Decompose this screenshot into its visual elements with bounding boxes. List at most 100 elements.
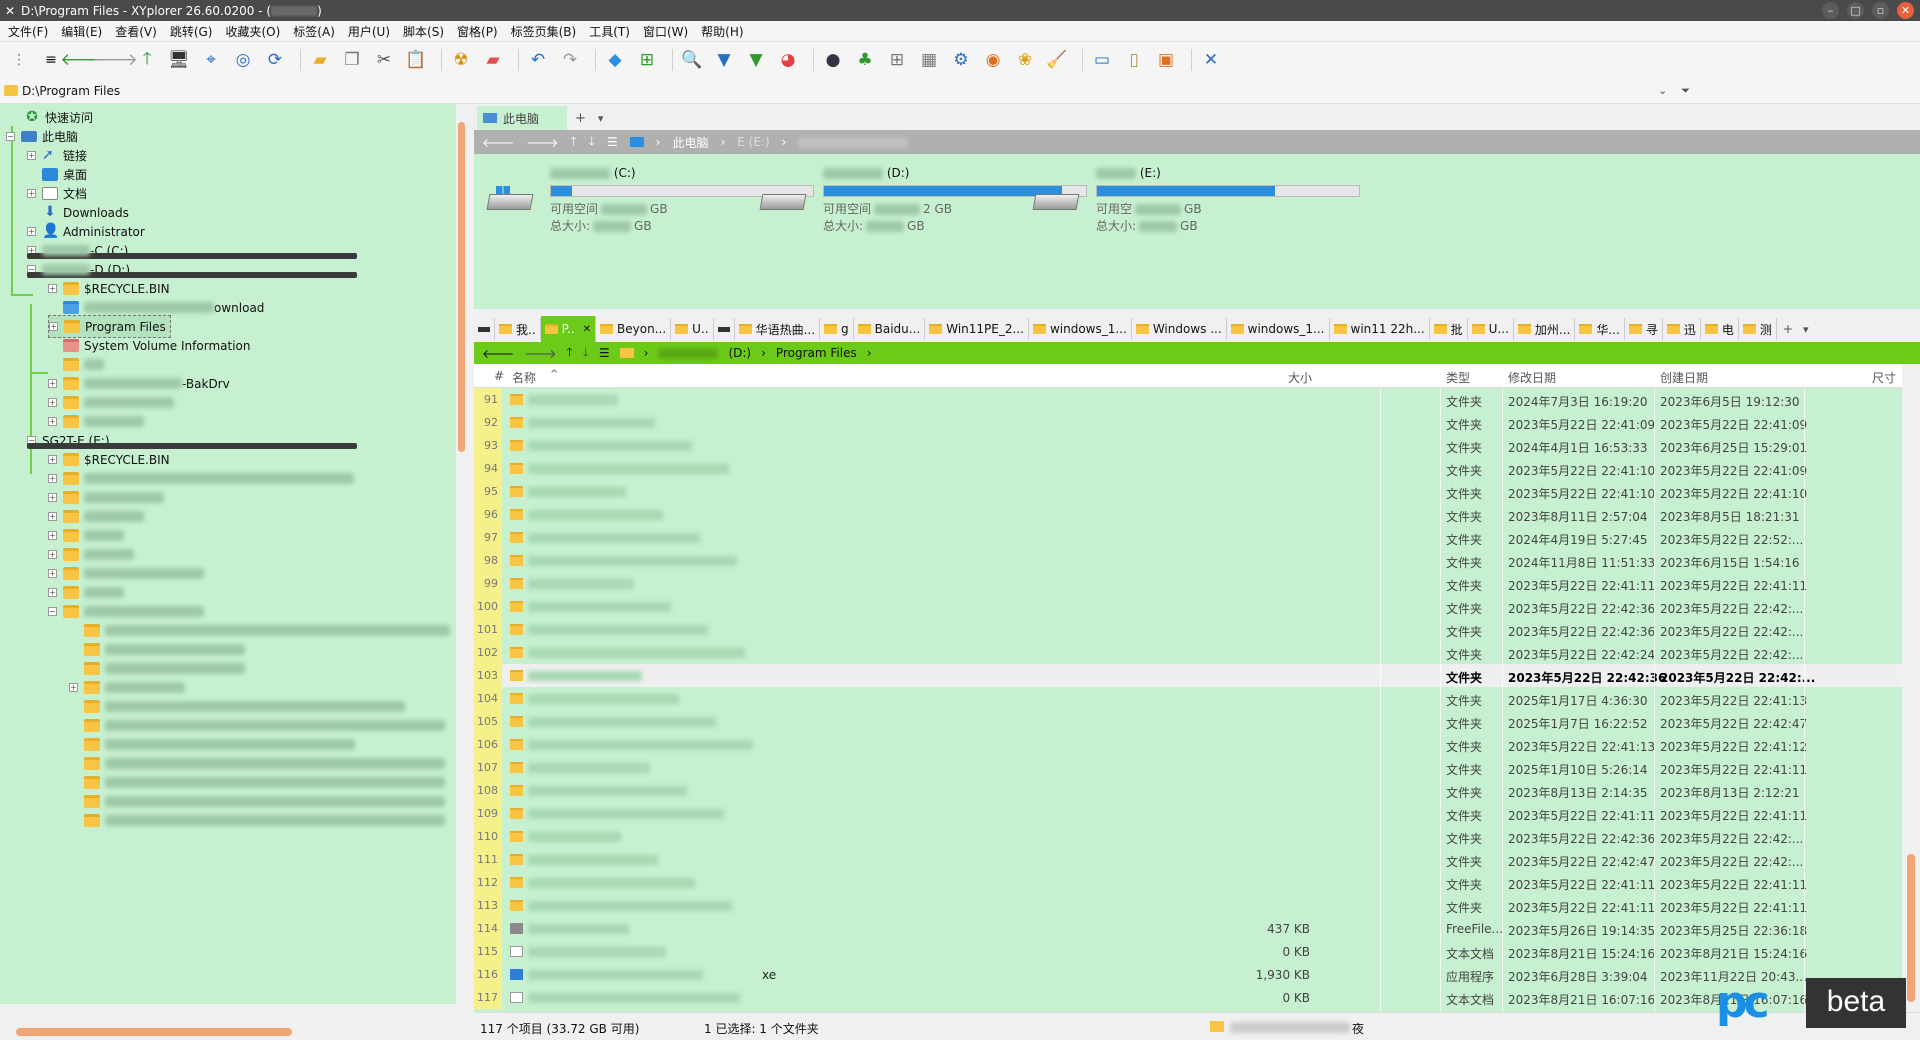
table-row[interactable]: 117 0 KB 文本文档 2023年8月21日 16:07:16 2023年8月21日… — [474, 986, 1902, 1009]
menu-file[interactable]: 文件(F) — [8, 23, 48, 40]
tab[interactable]: 电 — [1701, 318, 1739, 340]
tree-horizontal-scrollbar[interactable] — [0, 1024, 457, 1040]
column-header-type[interactable]: 类型 — [1446, 369, 1470, 386]
address-dropdown-icon[interactable]: ⌄ — [1658, 84, 1667, 98]
table-row[interactable]: 109 文件夹 2023年5月22日 22:41:11 2023年5月22日 22:4… — [474, 802, 1902, 825]
search-icon[interactable]: 🔍 — [679, 47, 705, 73]
breadcrumb-program-files[interactable]: Program Files — [776, 346, 857, 360]
dual-pane-icon[interactable]: ▭ — [1089, 47, 1115, 73]
computer-icon[interactable]: 🖥 — [166, 47, 192, 73]
forward-icon[interactable]: 🡒 — [524, 346, 556, 361]
color-circles-icon[interactable]: ❀ — [1012, 47, 1038, 73]
table-row[interactable]: 103 文件夹 2023年5月22日 22:42:36 2023年5月22日 22:4… — [474, 664, 1902, 687]
column-header-number[interactable]: # — [494, 369, 504, 383]
expand-icon[interactable]: + — [69, 683, 78, 692]
menu-edit[interactable]: 编辑(E) — [61, 23, 102, 40]
table-row[interactable]: 93 文件夹 2024年4月1日 16:53:33 2023年6月25日 15:29:… — [474, 434, 1902, 457]
tree-icon[interactable]: ♣ — [852, 47, 878, 73]
table-row[interactable]: 106 文件夹 2023年5月22日 22:41:13 2023年5月22日 22:4… — [474, 733, 1902, 756]
menu-go[interactable]: 跳转(G) — [170, 23, 213, 40]
details-view-icon[interactable]: ▦ — [916, 47, 942, 73]
menu-view[interactable]: 查看(V) — [115, 23, 157, 40]
tab[interactable]: 我.. — [495, 318, 541, 340]
nuke-icon[interactable]: ☢ — [448, 47, 474, 73]
tab[interactable]: 迅 — [1663, 318, 1701, 340]
gear-icon[interactable]: ⚙ — [948, 47, 974, 73]
tree-view-icon[interactable]: ⊞ — [634, 47, 660, 73]
menu-favorites[interactable]: 收藏夹(O) — [225, 23, 280, 40]
paste-icon[interactable]: 📋 — [403, 47, 429, 73]
menu-scripting[interactable]: 脚本(S) — [403, 23, 444, 40]
list-menu-icon[interactable]: ☰ — [607, 135, 618, 149]
maximize-button[interactable]: □ — [1847, 2, 1864, 19]
breadcrumb-this-pc[interactable]: 此电脑 — [672, 134, 708, 151]
green-filter-icon[interactable]: ▼ — [743, 47, 769, 73]
collapse-icon[interactable]: − — [6, 132, 15, 141]
table-row[interactable]: 100 文件夹 2023年5月22日 22:42:36 2023年5月22日 22:4… — [474, 595, 1902, 618]
down-icon[interactable]: 🡓 — [583, 343, 589, 364]
down-icon[interactable]: 🡓 — [589, 132, 595, 153]
broom-icon[interactable]: 🧹 — [1044, 47, 1070, 73]
diamond-icon[interactable]: ◆ — [602, 47, 628, 73]
menu-tags[interactable]: 标签(A) — [293, 23, 335, 40]
table-row[interactable]: 113 文件夹 2023年5月22日 22:41:11 2023年5月22日 22:4… — [474, 894, 1902, 917]
tab-list-button[interactable]: ▾ — [1803, 323, 1809, 336]
table-row[interactable]: 108 文件夹 2023年8月13日 2:14:35 2023年8月13日 2:12:… — [474, 779, 1902, 802]
up-arrow-icon[interactable]: 🡑 — [134, 47, 160, 73]
column-header-dimensions[interactable]: 尺寸 — [1872, 369, 1896, 386]
tab[interactable]: windows_1... — [1227, 318, 1330, 340]
expand-icon[interactable]: + — [48, 493, 57, 502]
expand-icon[interactable]: + — [48, 455, 57, 464]
table-row[interactable]: 97 文件夹 2024年4月19日 5:27:45 2023年5月22日 22:52:… — [474, 526, 1902, 549]
expand-icon[interactable]: + — [48, 417, 57, 426]
expand-icon[interactable]: + — [48, 569, 57, 578]
tab-close-icon[interactable]: ✕ — [583, 324, 591, 335]
tab[interactable]: Beyon... — [596, 318, 672, 340]
tab[interactable]: 寻 — [1625, 318, 1663, 340]
cut-icon[interactable]: ✂ — [371, 47, 397, 73]
expand-icon[interactable]: + — [48, 512, 57, 521]
menu-tabsets[interactable]: 标签页集(B) — [511, 23, 577, 40]
menu-help[interactable]: 帮助(H) — [701, 23, 743, 40]
table-row[interactable]: 102 文件夹 2023年5月22日 22:42:24 2023年5月22日 22:4… — [474, 641, 1902, 664]
tab-this-pc[interactable]: 此电脑 — [477, 106, 567, 130]
expand-icon[interactable]: + — [49, 322, 58, 331]
expand-icon[interactable]: + — [27, 227, 36, 236]
breadcrumb-drive-e[interactable]: E (E:) — [737, 135, 769, 149]
eraser-icon[interactable]: ▰ — [480, 47, 506, 73]
tab[interactable]: 加州... — [1514, 318, 1576, 340]
table-row[interactable]: 114 437 KB FreeFile... 2023年5月26日 19:14:35 2… — [474, 917, 1902, 940]
tab-drive[interactable] — [714, 318, 735, 340]
table-row[interactable]: 107 文件夹 2025年1月10日 5:26:14 2023年5月22日 22:41… — [474, 756, 1902, 779]
tab[interactable]: U.. — [671, 318, 714, 340]
tab[interactable]: U... — [1468, 318, 1514, 340]
breadcrumb-drive-d[interactable]: (D:) — [728, 346, 751, 360]
back-icon[interactable]: 🡐 — [482, 135, 514, 150]
scrollbar-thumb[interactable] — [16, 1028, 292, 1036]
up-icon[interactable]: 🡑 — [566, 343, 572, 364]
tab[interactable]: Win11PE_2... — [925, 318, 1029, 340]
table-row[interactable]: 116 xe 1,930 KB 应用程序 2023年6月28日 3:39:04 2023年… — [474, 963, 1902, 986]
table-row[interactable]: 95 文件夹 2023年5月22日 22:41:10 2023年5月22日 22:41… — [474, 480, 1902, 503]
minimize-button[interactable]: – — [1822, 2, 1839, 19]
file-list-vertical-scrollbar[interactable] — [1902, 364, 1920, 1012]
new-tab-button[interactable]: + — [1783, 322, 1793, 336]
tree-item[interactable] — [84, 809, 445, 832]
expand-icon[interactable]: + — [48, 531, 57, 540]
tab-drive[interactable] — [474, 318, 495, 340]
tab[interactable]: 华语热曲... — [735, 318, 821, 340]
dark-mode-icon[interactable]: ● — [820, 47, 846, 73]
table-row[interactable]: 96 文件夹 2023年8月11日 2:57:04 2023年8月5日 18:21:3… — [474, 503, 1902, 526]
file-list[interactable]: 91 文件夹 2024年7月3日 16:19:20 2023年6月5日 19:12:3… — [474, 388, 1902, 1012]
thumbnails-icon[interactable]: ⊞ — [884, 47, 910, 73]
redo-icon[interactable]: ↷ — [557, 47, 583, 73]
filter-icon[interactable]: ▼ — [711, 47, 737, 73]
column-header-name[interactable]: 名称 — [512, 369, 536, 386]
new-folder-icon[interactable]: ▰ — [307, 47, 333, 73]
expand-icon[interactable]: + — [48, 379, 57, 388]
preview-pane-icon[interactable]: ▯ — [1121, 47, 1147, 73]
refresh-icon[interactable]: ⟳ — [262, 47, 288, 73]
folder-tree[interactable]: ✪ 快速访问 − 此电脑 + ➚ 链接 桌面 + 文档 ⬇ Downloads + 👤 Admi… — [0, 104, 457, 1004]
expand-icon[interactable]: + — [48, 398, 57, 407]
tab[interactable]: 测 — [1739, 318, 1777, 340]
